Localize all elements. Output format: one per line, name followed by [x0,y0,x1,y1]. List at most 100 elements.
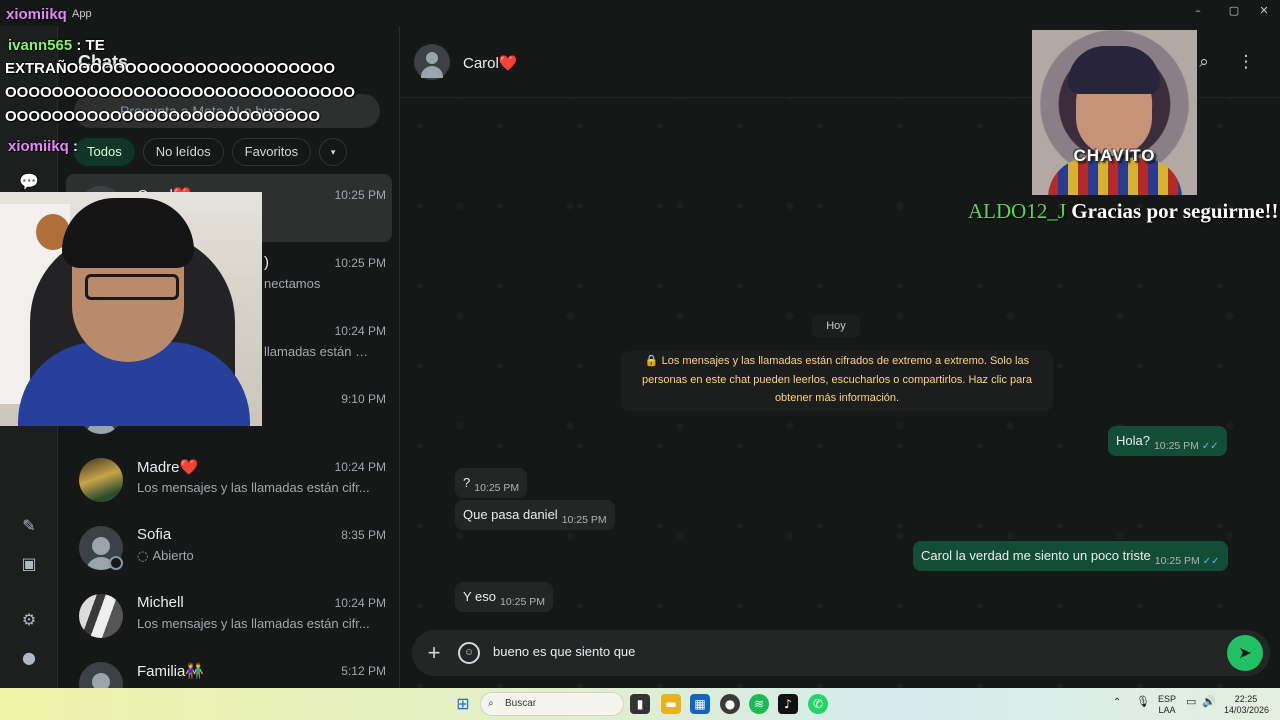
tiktok-icon[interactable]: ♪ [778,694,798,714]
read-ticks-icon: ✓✓ [1202,556,1220,567]
clock[interactable]: 22:25 14/03/2026 [1224,694,1270,715]
contact-avatar[interactable] [414,44,450,80]
overlay-text: : [73,138,79,155]
chat-preview: nectamos [264,276,321,291]
windows-taskbar: ⊞ ⌕ Buscar ▮ ▬ ▦ ● ≋ ♪ ✆ ⌃ 🎙 ESP LAA ▭ 🔊 2… [0,688,1280,720]
task-view-icon[interactable]: ▮ [630,694,650,714]
message-time: 10:25 PM [1154,555,1200,567]
overlay-line: ivann565 : TE [8,37,105,54]
chat-preview-text: Abierto [152,548,194,563]
windows-start-icon[interactable]: ⊞ [453,694,473,714]
tray-chevron-icon[interactable]: ⌃ [1113,698,1121,708]
stream-chat-overlay: xiomiikq ivann565 : TE EXTRAÑOOOOOOOOOOO… [0,0,355,170]
chat-preview: llamadas están cifr... [264,344,374,359]
webcam-hair [62,198,194,268]
webcam-overlay [0,192,262,426]
chat-time: 8:35 PM [341,528,386,542]
obs-icon[interactable]: ● [720,694,740,714]
overlay-username: xiomiikq [6,6,67,23]
follower-alert-text: ALDO12_J Gracias por seguirme!! [968,199,1278,224]
send-icon[interactable]: ➤ [1227,635,1263,671]
chat-time: 9:10 PM [341,392,386,406]
chat-row[interactable]: Familia👫 5:12 PM [66,650,392,688]
clock-time: 22:25 [1234,694,1258,704]
chat-preview: ◌ Abierto [137,548,377,564]
day-divider: Hoy [812,315,860,337]
chat-time: 10:25 PM [334,188,386,202]
whatsapp-icon[interactable]: ✆ [808,694,828,714]
clock-date: 14/03/2026 [1224,705,1270,715]
loading-icon: ◌ [137,549,153,564]
sticker-emoji-icon[interactable]: ☺ [458,642,480,664]
lang-bottom: LAA [1158,705,1176,715]
attach-plus-icon[interactable]: + [422,640,446,666]
alert-message: Gracias por seguirme!! [1071,199,1279,223]
maximize-button[interactable]: ▢ [1222,4,1246,20]
taskbar-search[interactable]: ⌕ Buscar [480,692,624,716]
chat-time: 10:24 PM [334,596,386,610]
close-button[interactable]: ✕ [1252,4,1276,20]
message-incoming: ? 10:25 PM [455,468,528,498]
lang-top: ESP [1158,694,1177,704]
message-time: 10:25 PM [561,514,607,526]
chat-name: ) [264,254,269,271]
message-text: Hola? [1116,433,1150,448]
message-text: ? [463,475,471,490]
spotify-icon[interactable]: ≋ [749,694,769,714]
message-input[interactable]: bueno es que siento que [493,644,635,659]
message-text: Y eso [463,589,497,604]
message-text: Carol la verdad me siento un poco triste [921,548,1151,563]
overlay-username: xiomiikq [8,138,69,155]
message-outgoing: Hola? 10:25 PM ✓✓ [1108,426,1227,456]
overlay-line: EXTRAÑOOOOOOOOOOOOOOOOOOOOOOO [5,60,336,77]
message-time: 10:25 PM [1153,440,1199,452]
overlay-text: : TE [76,37,105,54]
volume-icon[interactable]: 🔊 [1202,697,1216,708]
more-options-icon[interactable]: ⋮ [1234,52,1258,76]
chat-time: 10:24 PM [334,324,386,338]
message-incoming: Y eso 10:25 PM [455,582,553,612]
microphone-icon[interactable]: 🎙 [1136,697,1150,708]
store-icon[interactable]: ▦ [690,694,710,714]
message-time: 10:25 PM [500,596,545,608]
overlay-line: xiomiikq : [8,138,78,155]
avatar [79,594,123,638]
alert-label: CHAVITO [1073,146,1156,165]
message-outgoing: Carol la verdad me siento un poco triste… [913,541,1228,571]
chat-time: 10:25 PM [334,256,386,270]
chat-name: Sofia [137,526,172,543]
chat-name: Madre❤️ [137,459,199,476]
search-icon: ⌕ [488,698,494,709]
file-explorer-icon[interactable]: ▬ [661,694,681,714]
message-incoming: Que pasa daniel 10:25 PM [455,500,615,530]
status-ring-icon [109,556,123,570]
chat-name: Familia👫 [137,663,205,680]
overlay-line: xiomiikq [6,6,67,23]
chat-row[interactable]: Sofia 8:35 PM ◌ Abierto [66,514,392,582]
encryption-notice[interactable]: 🔒 Los mensajes y las llamadas están cifr… [621,351,1053,411]
chat-row[interactable]: Madre❤️ 10:24 PM Los mensajes y las llamad… [66,446,392,514]
network-icon[interactable]: ▭ [1186,697,1196,708]
settings-icon[interactable]: ⚙ [17,608,41,632]
media-icon[interactable]: ▣ [17,552,41,576]
chats-icon[interactable]: 💬 [17,170,41,194]
contact-name[interactable]: Carol❤️ [463,54,518,72]
minimize-button[interactable]: – [1186,4,1210,20]
message-time: 10:25 PM [474,482,520,494]
avatar [79,458,123,502]
chat-row[interactable]: Michell 10:24 PM Los mensajes y las llamad… [66,582,392,650]
alert-username: ALDO12_J [968,199,1066,223]
webcam-glasses [85,274,179,300]
chat-time: 10:24 PM [334,460,386,474]
avatar [79,662,123,688]
overlay-username: ivann565 [8,37,73,54]
edit-icon[interactable]: ✎ [17,514,41,538]
follower-alert-image: CHAVITO [1032,30,1197,195]
alert-hair [1068,46,1160,94]
read-ticks-icon: ✓✓ [1201,441,1219,452]
message-text: Que pasa daniel [463,507,558,522]
profile-icon[interactable]: ● [17,646,41,670]
language-indicator[interactable]: ESP LAA [1158,695,1176,715]
chat-preview: Los mensajes y las llamadas están cifr..… [137,480,370,495]
overlay-line: OOOOOOOOOOOOOOOOOOOOOOOOOOOOOO [5,84,356,101]
